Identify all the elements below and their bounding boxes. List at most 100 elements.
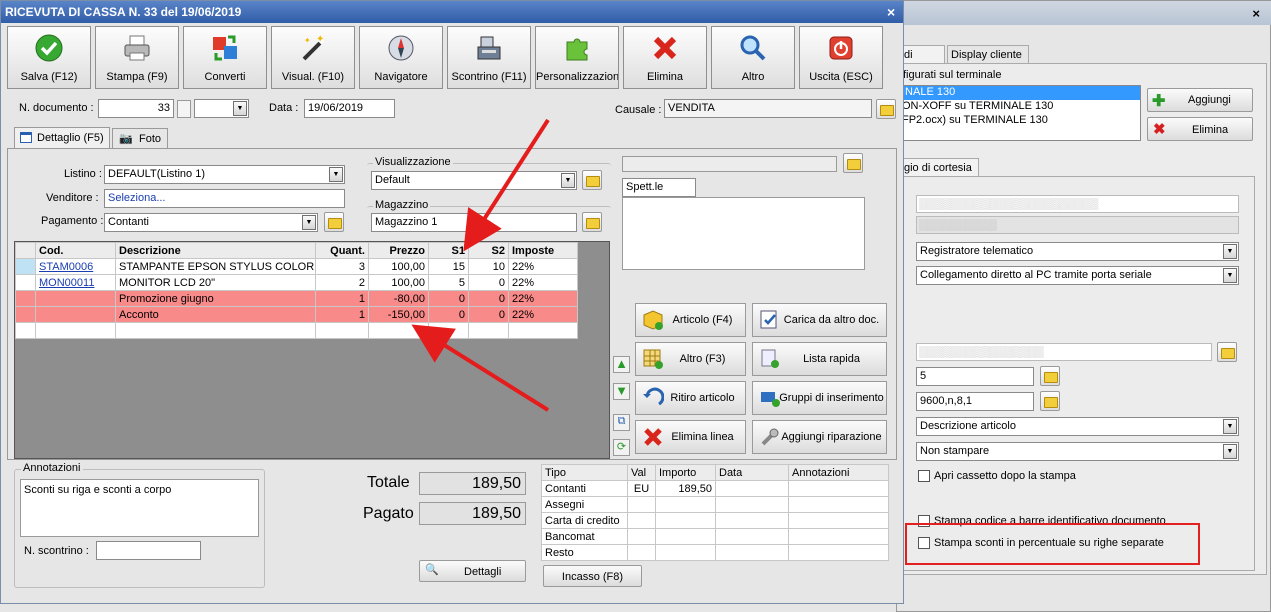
incasso-button[interactable]: Incasso (F8) [543,565,642,587]
receipt-button[interactable]: Scontrino (F11) [447,26,531,89]
payment-cell[interactable] [715,528,789,545]
print-button[interactable]: Stampa (F9) [95,26,179,89]
folder-icon[interactable] [1040,391,1060,411]
spett-field[interactable]: Spett.le [622,178,696,197]
grid-cell[interactable]: MON00011 [35,274,116,291]
delete-button[interactable]: Elimina [623,26,707,89]
table-row[interactable] [15,322,578,339]
payment-cell[interactable] [655,544,716,561]
grid-cell[interactable]: Acconto [115,306,316,323]
grid-cell[interactable]: MONITOR LCD 20" [115,274,316,291]
payment-cell[interactable]: Bancomat [541,528,628,545]
grid-cell[interactable] [115,322,316,339]
grid-cell[interactable]: -80,00 [368,290,429,307]
details-button[interactable]: 🔍 Dettagli [419,560,526,582]
grid-cell[interactable]: 0 [468,274,509,291]
chevron-down-icon[interactable]: ▼ [1223,268,1237,283]
grid-cell[interactable] [15,322,36,339]
folder-icon[interactable] [582,170,602,190]
payment-cell[interactable] [655,528,716,545]
pagamento-select[interactable]: Contanti ▼ [104,213,318,232]
payment-cell[interactable]: Carta di credito [541,512,628,529]
folder-icon[interactable] [1217,342,1237,362]
bg-delete-button[interactable]: ✖ Elimina [1147,117,1253,141]
payment-cell[interactable] [788,528,889,545]
payment-cell[interactable]: Contanti [541,480,628,497]
grid-header-cell[interactable]: Prezzo [368,242,429,259]
grid-cell[interactable]: 1 [315,306,369,323]
grid-cell[interactable]: 5 [428,274,469,291]
move-up-icon[interactable]: ▲ [613,356,630,373]
payment-cell[interactable] [627,496,656,513]
grid-cell[interactable] [35,322,116,339]
payment-row[interactable]: Bancomat [541,528,889,545]
grid-header-cell[interactable]: S1 [428,242,469,259]
bg-print-select[interactable]: Non stampare ▼ [916,442,1239,461]
visual-button[interactable]: ✦ ✦ Visual. (F10) [271,26,355,89]
visualizzazione-select[interactable]: Default ▼ [371,171,577,190]
customer-search-field[interactable] [622,156,837,172]
grid-cell[interactable]: 2 [315,274,369,291]
bg-field-5[interactable]: 5 [916,367,1034,386]
folder-icon[interactable] [1040,366,1060,386]
grid-header-cell[interactable]: Quant. [315,242,369,259]
delete-line-button[interactable]: Elimina linea [635,420,746,454]
folder-icon[interactable] [582,212,602,232]
folder-icon[interactable] [843,153,863,173]
grid-header-cell[interactable]: Imposte [508,242,578,259]
grid-cell[interactable]: STAM0006 [35,258,116,275]
grid-cell[interactable]: 0 [428,306,469,323]
grid-cell[interactable]: Promozione giugno [115,290,316,307]
grid-cell[interactable] [35,306,116,323]
grid-cell[interactable]: 3 [315,258,369,275]
grid-cell[interactable]: 22% [508,306,578,323]
payment-row[interactable]: Contanti EU 189,50 [541,480,889,497]
grid-cell[interactable]: 22% [508,274,578,291]
bg-subtab[interactable]: gio di cortesia [899,158,979,176]
payment-row[interactable]: Resto [541,544,889,561]
payment-cell[interactable]: EU [627,480,656,497]
add-repair-button[interactable]: Aggiungi riparazione [752,420,887,454]
grid-cell[interactable]: 10 [468,258,509,275]
table-row[interactable]: Acconto 1 -150,00 0 0 22% [15,306,578,323]
bg-device-item[interactable]: INALE 130 [900,86,1140,100]
grid-cell[interactable] [15,274,36,291]
chevron-down-icon[interactable]: ▼ [302,215,316,230]
grid-cell[interactable] [15,290,36,307]
other-article-button[interactable]: Altro (F3) [635,342,746,376]
grid-cell[interactable]: 100,00 [368,274,429,291]
date-field[interactable]: 19/06/2019 [304,99,395,118]
venditore-field[interactable]: Seleziona... [104,189,345,208]
grid-cell[interactable] [508,322,578,339]
table-row[interactable]: MON00011 MONITOR LCD 20" 2 100,00 5 0 22% [15,274,578,291]
payment-cell[interactable] [655,512,716,529]
payment-cell[interactable]: Resto [541,544,628,561]
tab-foto[interactable]: 📷 Foto [112,128,168,148]
payment-cell[interactable] [715,512,789,529]
grid-cell[interactable]: 100,00 [368,258,429,275]
bg-add-button[interactable]: ✚ Aggiungi [1147,88,1253,112]
exit-button[interactable]: Uscita (ESC) [799,26,883,89]
chevron-down-icon[interactable]: ▼ [1223,419,1237,434]
items-grid[interactable]: Cod. Descrizione Quant. Prezzo S1 S2 Imp… [14,241,610,459]
navigator-button[interactable]: Navigatore [359,26,443,89]
payment-cell[interactable]: 189,50 [655,480,716,497]
grid-cell[interactable] [468,322,509,339]
grid-cell[interactable]: 0 [468,290,509,307]
ndoc-field[interactable]: 33 [98,99,174,118]
grid-cell[interactable]: 0 [468,306,509,323]
close-icon[interactable]: × [887,4,895,20]
annotations-textarea[interactable]: Sconti su riga e sconti a corpo [20,479,259,537]
article-button[interactable]: Articolo (F4) [635,303,746,337]
payment-cell[interactable] [655,496,716,513]
chevron-down-icon[interactable]: ▼ [561,173,575,188]
payment-cell[interactable] [715,544,789,561]
payment-cell[interactable]: Assegni [541,496,628,513]
chevron-down-icon[interactable]: ▼ [233,101,247,116]
quick-list-button[interactable]: Lista rapida [752,342,887,376]
tab-dettaglio[interactable]: Dettaglio (F5) [14,127,110,148]
scontrino-field[interactable] [96,541,201,560]
save-button[interactable]: Salva (F12) [7,26,91,89]
insert-groups-button[interactable]: Gruppi di inserimento [752,381,887,415]
chevron-down-icon[interactable]: ▼ [329,167,343,182]
